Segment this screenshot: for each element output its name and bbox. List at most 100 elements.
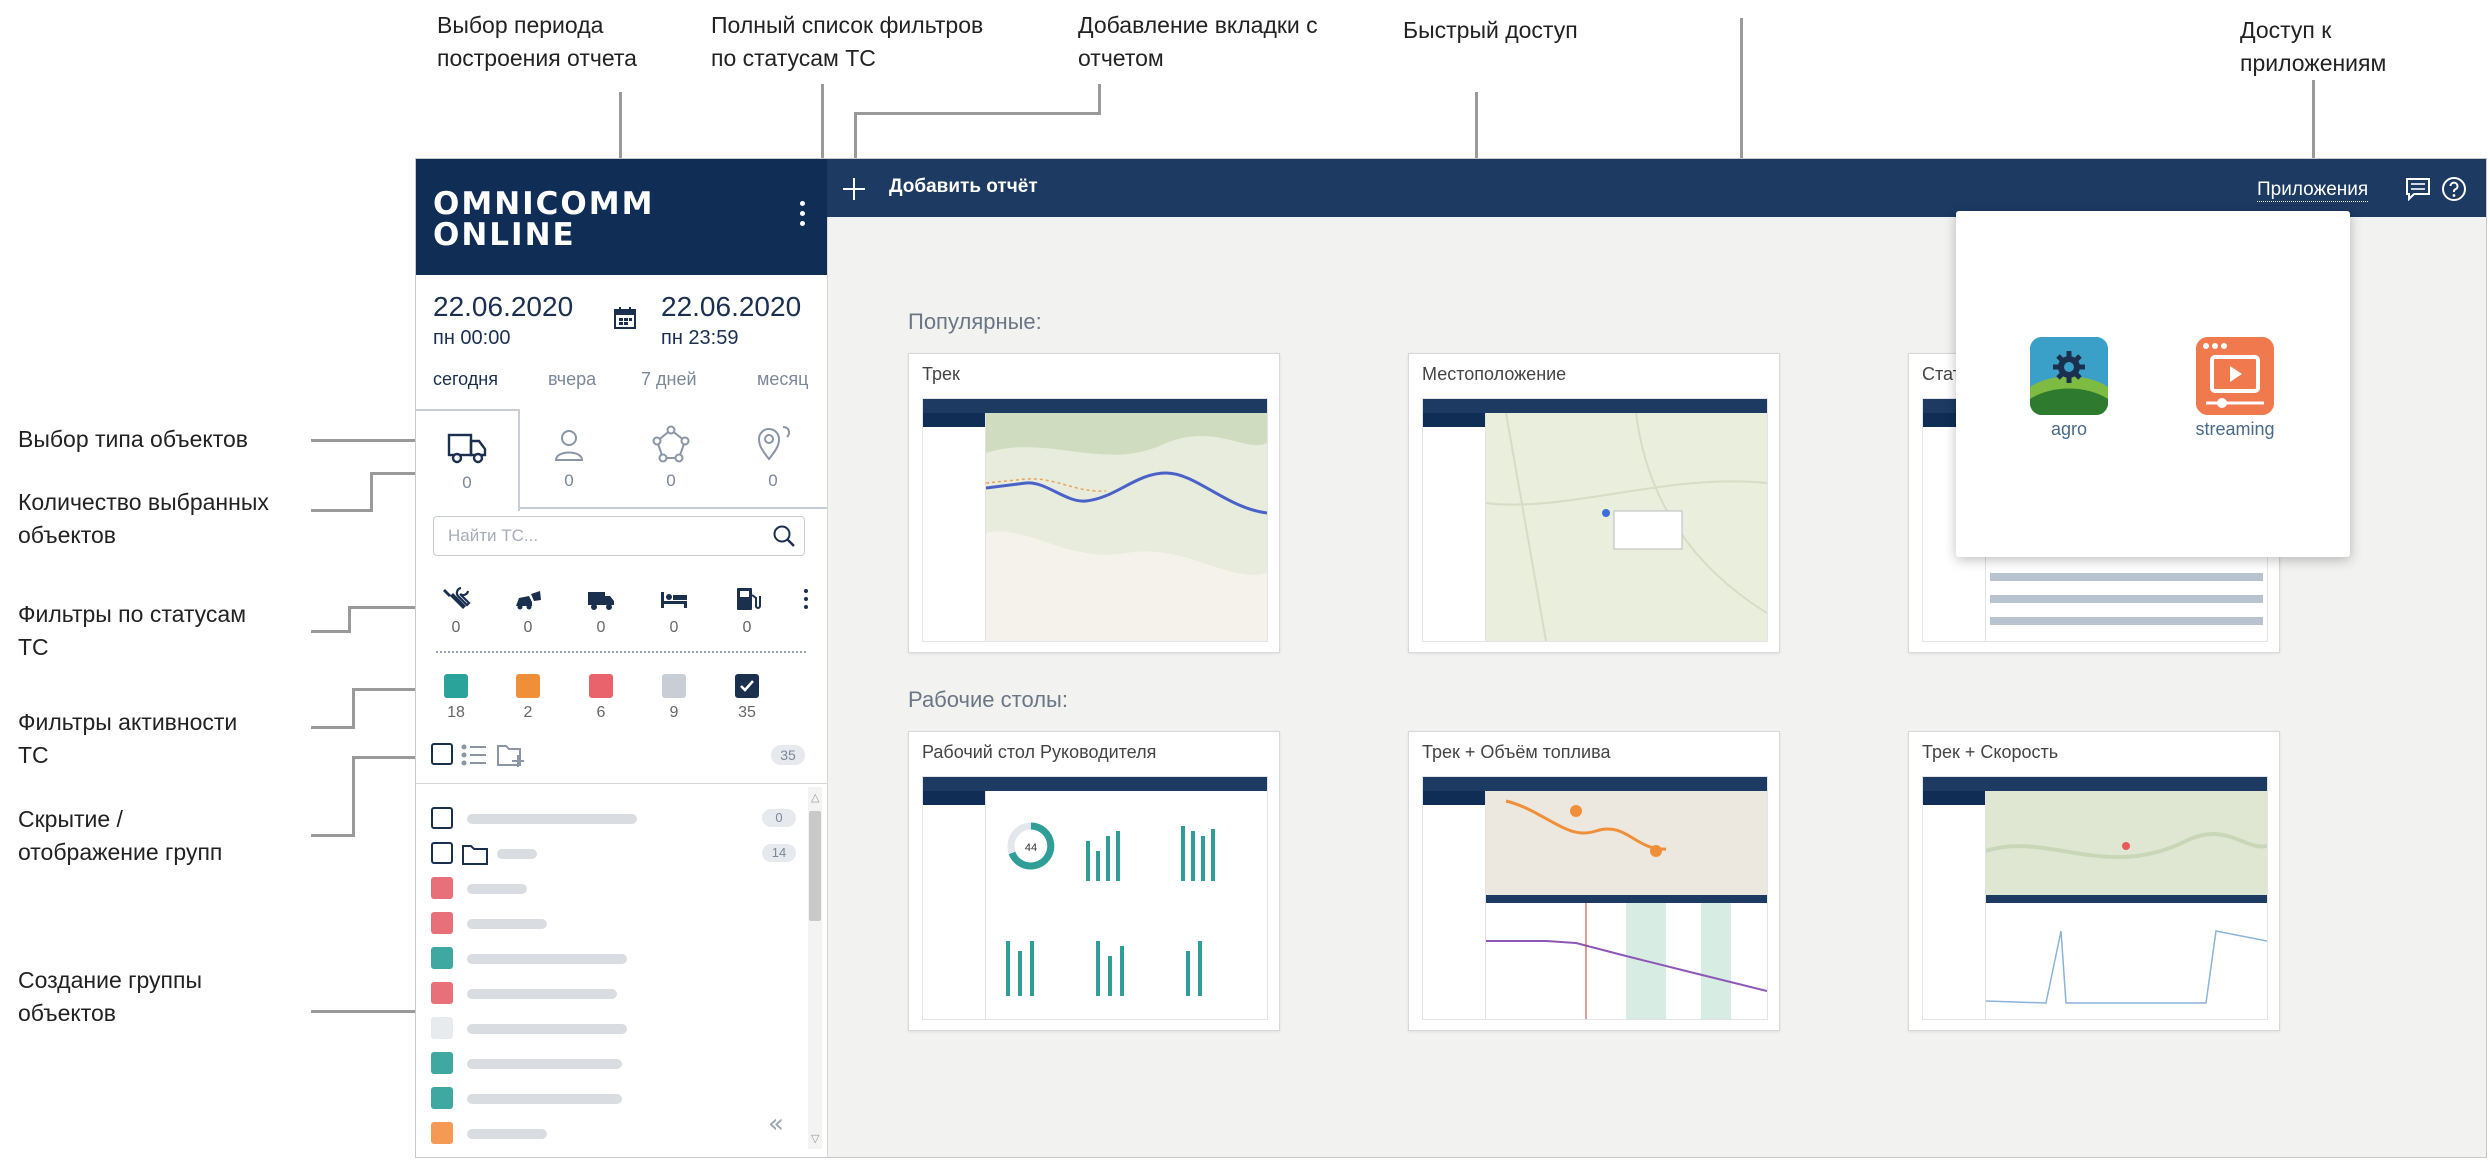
period-7-days[interactable]: 7 дней bbox=[641, 369, 697, 390]
total-count-badge: 35 bbox=[771, 745, 805, 765]
period-yesterday[interactable]: вчера bbox=[548, 369, 596, 390]
activity-filter-inactive-count: 9 bbox=[669, 704, 679, 721]
desktop-card-track-fuel[interactable]: Трек + Объём топлива bbox=[1408, 731, 1780, 1031]
gauge-value: 44 bbox=[1025, 842, 1037, 854]
parking-bed-icon bbox=[661, 592, 687, 608]
create-group-folder-icon[interactable] bbox=[496, 741, 526, 769]
annotation-groups-toggle: Скрытие / отображение групп bbox=[18, 806, 223, 865]
row-checkbox[interactable] bbox=[431, 842, 453, 864]
select-all-checkbox[interactable] bbox=[431, 743, 453, 765]
list-item[interactable] bbox=[431, 1119, 791, 1149]
logo-header: OMNICOMM ONLINE bbox=[416, 159, 827, 275]
list-item[interactable] bbox=[431, 909, 791, 939]
activity-filter-alarm[interactable]: 6 bbox=[581, 674, 621, 722]
list-item[interactable] bbox=[431, 1014, 791, 1044]
annotation-add-report-tab: Добавление вкладки с отчетом bbox=[1078, 12, 1318, 71]
activity-swatch bbox=[662, 674, 686, 698]
status-filter-repair-count: 0 bbox=[451, 619, 461, 636]
status-filter-moving[interactable]: 0 bbox=[581, 586, 621, 637]
scrollbar-thumb[interactable] bbox=[809, 811, 821, 921]
tab-drivers[interactable]: 0 bbox=[518, 409, 620, 509]
truck-icon bbox=[447, 433, 487, 464]
dashboard-thumbnail: 44 bbox=[1006, 822, 1215, 996]
tab-drivers-count: 0 bbox=[564, 471, 574, 490]
tab-vehicles[interactable]: 0 bbox=[416, 409, 520, 511]
desktop-card-manager[interactable]: Рабочий стол Руководителя 44 bbox=[908, 731, 1280, 1031]
list-item[interactable] bbox=[431, 979, 791, 1009]
streaming-icon[interactable] bbox=[2196, 337, 2274, 415]
card-title: Рабочий стол Руководителя bbox=[922, 742, 1157, 762]
plus-icon[interactable] bbox=[841, 176, 867, 202]
row-status-swatch[interactable] bbox=[431, 1052, 453, 1074]
list-item[interactable]: 0 bbox=[431, 804, 796, 834]
add-report-button[interactable]: Добавить отчёт bbox=[889, 176, 1038, 198]
list-item[interactable] bbox=[431, 874, 791, 904]
status-filter-fueling[interactable]: 0 bbox=[727, 586, 767, 637]
tab-groups-count: 0 bbox=[666, 471, 676, 490]
row-status-swatch[interactable] bbox=[431, 982, 453, 1004]
more-status-filters-icon[interactable] bbox=[804, 589, 809, 609]
row-checkbox[interactable] bbox=[431, 807, 453, 829]
annotation-object-type: Выбор типа объектов bbox=[18, 426, 249, 452]
sidebar-menu-icon[interactable] bbox=[800, 201, 806, 231]
streaming-app-label[interactable]: streaming bbox=[2180, 419, 2290, 440]
groups-list-toggle-icon[interactable] bbox=[460, 742, 488, 768]
object-type-tabs: 0 0 0 0 bbox=[416, 409, 827, 511]
activity-filter-inactive[interactable]: 9 bbox=[654, 674, 694, 722]
blurred-row-label bbox=[467, 1024, 627, 1034]
scroll-down-icon[interactable]: ▽ bbox=[811, 1132, 819, 1145]
help-icon[interactable] bbox=[2441, 176, 2467, 202]
vehicle-search-input[interactable]: Найти ТС... bbox=[433, 516, 805, 556]
tab-geofences[interactable]: 0 bbox=[722, 409, 824, 509]
leader-line bbox=[352, 756, 355, 837]
map-chart-thumbnail bbox=[1486, 791, 1767, 1019]
calendar-icon[interactable] bbox=[612, 305, 638, 336]
report-card-location[interactable]: Местоположение bbox=[1408, 353, 1780, 653]
list-item[interactable] bbox=[431, 944, 791, 974]
row-status-swatch[interactable] bbox=[431, 1087, 453, 1109]
period-month[interactable]: месяц bbox=[757, 369, 808, 390]
activity-filter-warning[interactable]: 2 bbox=[508, 674, 548, 722]
desktop-card-track-speed[interactable]: Трек + Скорость bbox=[1908, 731, 2280, 1031]
list-item[interactable]: 14 bbox=[431, 839, 796, 869]
list-item[interactable] bbox=[431, 1084, 791, 1114]
status-filter-parking[interactable]: 0 bbox=[654, 586, 694, 637]
row-status-swatch[interactable] bbox=[431, 947, 453, 969]
blurred-row-label bbox=[467, 989, 617, 999]
date-from[interactable]: 22.06.2020 bbox=[433, 291, 573, 323]
scroll-up-icon[interactable]: △ bbox=[811, 791, 819, 804]
activity-filter-all[interactable]: 35 bbox=[727, 674, 767, 722]
report-card-track[interactable]: Трек bbox=[908, 353, 1280, 653]
row-status-swatch[interactable] bbox=[431, 912, 453, 934]
status-filter-accident[interactable]: 0 bbox=[508, 586, 548, 637]
status-filter-repair[interactable]: 0 bbox=[436, 586, 476, 637]
row-status-swatch[interactable] bbox=[431, 1122, 453, 1144]
activity-filter-active[interactable]: 18 bbox=[436, 674, 476, 722]
list-item[interactable] bbox=[431, 1049, 791, 1079]
time-to[interactable]: пн 23:59 bbox=[661, 327, 738, 350]
agro-icon[interactable] bbox=[2030, 337, 2108, 415]
apps-link[interactable]: Приложения bbox=[2257, 179, 2369, 202]
period-today[interactable]: сегодня bbox=[433, 369, 498, 390]
list-scrollbar[interactable]: △ ▽ bbox=[808, 787, 822, 1149]
blurred-row-label bbox=[467, 954, 627, 964]
row-status-swatch[interactable] bbox=[431, 1017, 453, 1039]
activity-swatch bbox=[444, 674, 468, 698]
search-icon[interactable] bbox=[772, 524, 796, 548]
top-bar: Добавить отчёт Приложения bbox=[827, 159, 2486, 217]
activity-swatch bbox=[516, 674, 540, 698]
messages-icon[interactable] bbox=[2405, 177, 2431, 201]
tab-groups[interactable]: 0 bbox=[620, 409, 722, 509]
map-chart-thumbnail bbox=[1985, 791, 2267, 1004]
collapse-sidebar-icon[interactable]: « bbox=[768, 1109, 784, 1139]
row-status-swatch[interactable] bbox=[431, 877, 453, 899]
moving-truck-icon bbox=[588, 592, 614, 610]
agro-app-label[interactable]: agro bbox=[2014, 419, 2124, 440]
network-icon bbox=[652, 425, 690, 463]
card-thumbnail bbox=[922, 398, 1268, 642]
time-from[interactable]: пн 00:00 bbox=[433, 327, 510, 350]
annotation-create-group: Создание группы объектов bbox=[18, 967, 202, 1026]
search-placeholder: Найти ТС... bbox=[448, 526, 539, 545]
app-logo: OMNICOMM ONLINE bbox=[433, 186, 655, 253]
date-to[interactable]: 22.06.2020 bbox=[661, 291, 801, 323]
